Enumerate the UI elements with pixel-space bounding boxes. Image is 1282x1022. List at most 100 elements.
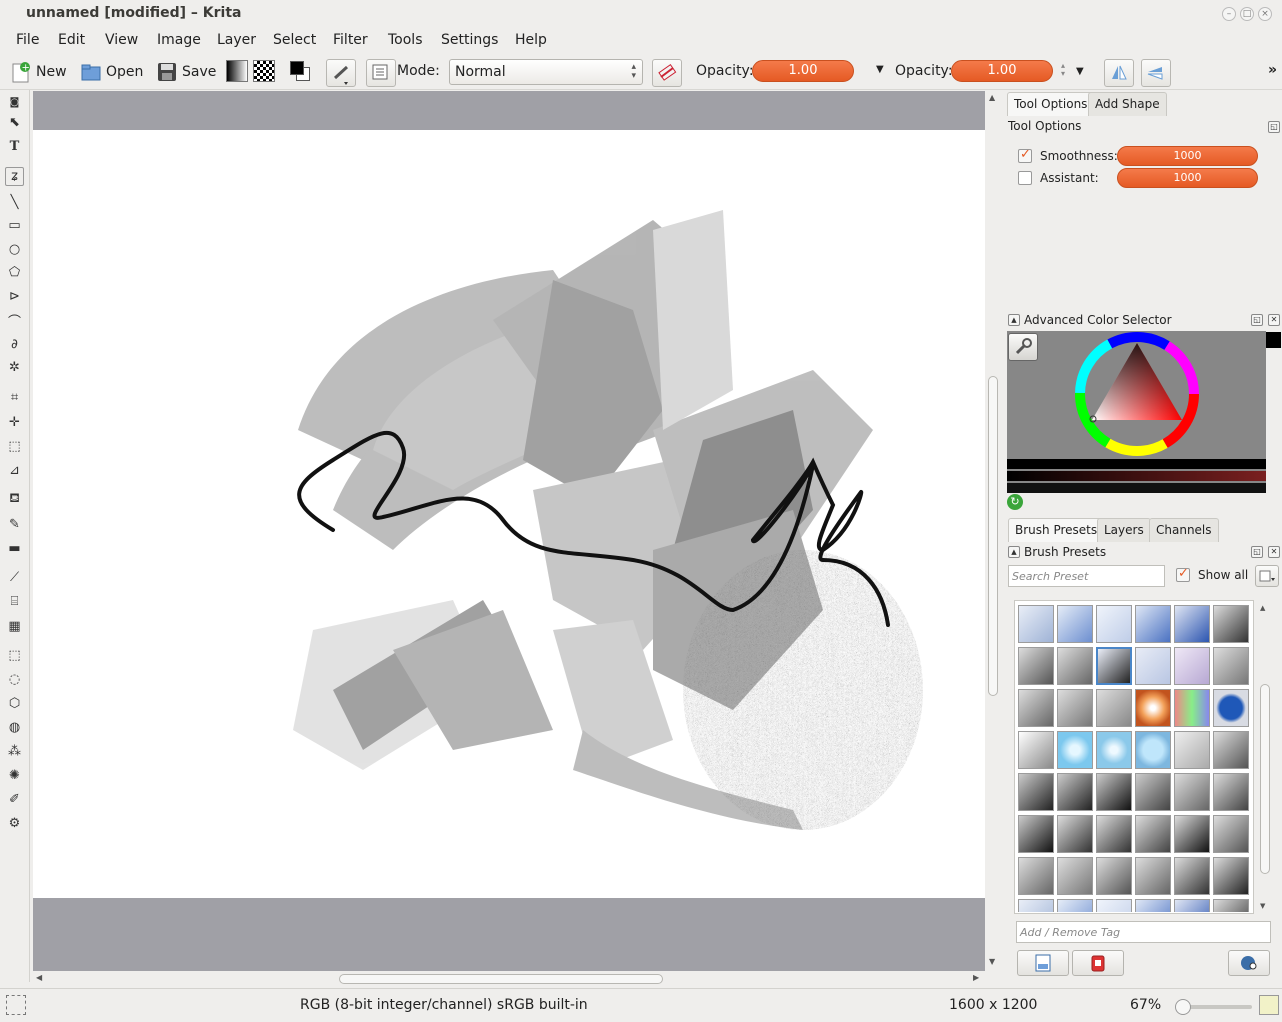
view-mode-button[interactable] (1255, 565, 1279, 587)
freehand-path-icon[interactable]: ∂ (5, 335, 24, 354)
resource-manager-button[interactable] (1228, 950, 1270, 976)
brush-preset-thumbnail[interactable] (1057, 647, 1093, 685)
brush-preset-thumbnail[interactable] (1057, 815, 1093, 853)
brush-preset-thumbnail[interactable] (1018, 689, 1054, 727)
refresh-colors-icon[interactable]: ↻ (1007, 494, 1023, 510)
tab-tool-options[interactable]: Tool Options (1007, 92, 1095, 116)
brush-preset-thumbnail[interactable] (1135, 899, 1171, 912)
brush-preset-thumbnail[interactable] (1018, 899, 1054, 912)
brush-preset-thumbnail[interactable] (1174, 689, 1210, 727)
mirror-horizontal-button[interactable] (1104, 59, 1134, 87)
scroll-down-icon[interactable]: ▼ (989, 957, 995, 966)
smoothness-slider[interactable]: 1000 (1117, 146, 1258, 166)
brush-preset-thumbnail[interactable] (1213, 647, 1249, 685)
scroll-right-icon[interactable]: ▶ (973, 973, 979, 982)
move-tool-icon[interactable]: ✛ (5, 413, 24, 432)
canvas-vertical-scrollbar[interactable]: ▲ ▼ (986, 91, 1000, 971)
freehand-brush-icon[interactable]: ʑ (5, 167, 24, 186)
brush-presets-button[interactable] (326, 59, 356, 87)
toolbox-float-icon[interactable]: ◙ (5, 93, 24, 112)
brush-preset-thumbnail[interactable] (1057, 773, 1093, 811)
gradient-selector-icon[interactable] (226, 60, 248, 82)
toolbar-overflow-icon[interactable]: » (1268, 62, 1277, 78)
canvas-horizontal-scrollbar[interactable]: ◀ ▶ (33, 972, 985, 986)
show-all-checkbox[interactable] (1176, 566, 1190, 582)
current-color-swatch[interactable] (1266, 332, 1281, 348)
preset-scroll-down-icon[interactable]: ▼ (1260, 902, 1265, 910)
smoothness-checkbox[interactable] (1018, 147, 1032, 163)
assistant-tool-icon[interactable]: ⌸ (5, 592, 24, 611)
brush-preset-thumbnail[interactable] (1096, 647, 1132, 685)
brush-preset-thumbnail[interactable] (1096, 731, 1132, 769)
shade-bar-3[interactable] (1007, 483, 1266, 493)
polyline-tool-icon[interactable]: ⊳ (5, 287, 24, 306)
preset-scroll-up-icon[interactable]: ▲ (1260, 604, 1265, 612)
shade-bar-2[interactable] (1007, 471, 1266, 481)
brush-preset-thumbnail[interactable] (1096, 815, 1132, 853)
brush-preset-thumbnail[interactable] (1174, 815, 1210, 853)
measure-tool-icon[interactable]: ⟋ (5, 568, 24, 587)
menu-settings[interactable]: Settings (441, 32, 498, 48)
zoom-slider[interactable] (1175, 999, 1252, 1015)
grid-tool-icon[interactable]: ▦ (5, 617, 24, 636)
assistant-checkbox[interactable] (1018, 171, 1032, 185)
vertical-scroll-thumb[interactable] (988, 376, 998, 696)
fill-tool-icon[interactable]: ⛾ (5, 490, 24, 509)
menu-select[interactable]: Select (273, 32, 316, 48)
open-button[interactable]: Open (80, 60, 143, 84)
outline-select-icon[interactable]: ◍ (5, 718, 24, 737)
brush-preset-thumbnail[interactable] (1135, 605, 1171, 643)
color-selector-close-icon[interactable]: ✕ (1268, 314, 1280, 326)
brush-preset-thumbnail[interactable] (1135, 647, 1171, 685)
delete-preset-button[interactable] (1072, 950, 1124, 976)
brush-preset-thumbnail[interactable] (1213, 857, 1249, 895)
tool-options-float-icon[interactable]: ◱ (1268, 121, 1280, 133)
perspective-tool-icon[interactable]: ⊿ (5, 461, 24, 480)
opacity-dropdown-icon[interactable]: ▼ (876, 64, 884, 75)
color-selector-area[interactable] (1007, 331, 1266, 493)
brush-preset-thumbnail[interactable] (1057, 899, 1093, 912)
brush-preset-thumbnail[interactable] (1057, 731, 1093, 769)
polygon-select-icon[interactable]: ⬡ (5, 694, 24, 713)
save-preset-button[interactable] (1017, 950, 1069, 976)
search-preset-input[interactable]: Search Preset (1008, 565, 1165, 587)
ellipse-select-icon[interactable]: ◌ (5, 670, 24, 689)
menu-help[interactable]: Help (515, 32, 547, 48)
collapse-brush-presets-icon[interactable]: ▲ (1008, 546, 1020, 558)
brush-preset-thumbnail[interactable] (1018, 647, 1054, 685)
similar-select-icon[interactable]: ✺ (5, 766, 24, 785)
menu-tools[interactable]: Tools (388, 32, 423, 48)
brush-preset-thumbnail[interactable] (1018, 773, 1054, 811)
brush-preset-thumbnail[interactable] (1096, 689, 1132, 727)
brush-preset-thumbnail[interactable] (1213, 773, 1249, 811)
maximize-icon[interactable]: □ (1240, 7, 1254, 21)
transform-tool-icon[interactable]: ⬚ (5, 437, 24, 456)
menu-image[interactable]: Image (157, 32, 201, 48)
menu-layer[interactable]: Layer (217, 32, 256, 48)
brush-preset-thumbnail[interactable] (1135, 857, 1171, 895)
brush-preset-thumbnail[interactable] (1057, 857, 1093, 895)
brush-preset-thumbnail[interactable] (1174, 773, 1210, 811)
opacity-spin-icon[interactable]: ▴ ▾ (1061, 62, 1065, 78)
brush-preset-thumbnail[interactable] (1213, 689, 1249, 727)
brush-preset-thumbnail[interactable] (1018, 857, 1054, 895)
opacity-slider-1[interactable]: 1.00 (752, 60, 854, 82)
horizontal-scroll-thumb[interactable] (339, 974, 663, 984)
mirror-vertical-button[interactable] (1141, 59, 1171, 87)
close-icon[interactable]: × (1258, 7, 1272, 21)
ellipse-tool-icon[interactable]: ○ (5, 240, 24, 259)
brush-preset-thumbnail[interactable] (1096, 857, 1132, 895)
brush-preset-thumbnail[interactable] (1213, 605, 1249, 643)
brush-preset-thumbnail[interactable] (1174, 899, 1210, 912)
new-button[interactable]: + New (10, 60, 67, 84)
menu-view[interactable]: View (105, 32, 138, 48)
brush-preset-thumbnail[interactable] (1096, 899, 1132, 912)
eraser-mode-button[interactable] (652, 59, 682, 87)
bezier-select-icon[interactable]: ✐ (5, 790, 24, 809)
brush-preset-thumbnail[interactable] (1135, 773, 1171, 811)
save-button[interactable]: Save (156, 60, 216, 84)
brush-preset-thumbnail[interactable] (1135, 731, 1171, 769)
line-tool-icon[interactable]: ╲ (5, 193, 24, 212)
menu-filter[interactable]: Filter (333, 32, 368, 48)
brush-preset-thumbnail[interactable] (1096, 773, 1132, 811)
